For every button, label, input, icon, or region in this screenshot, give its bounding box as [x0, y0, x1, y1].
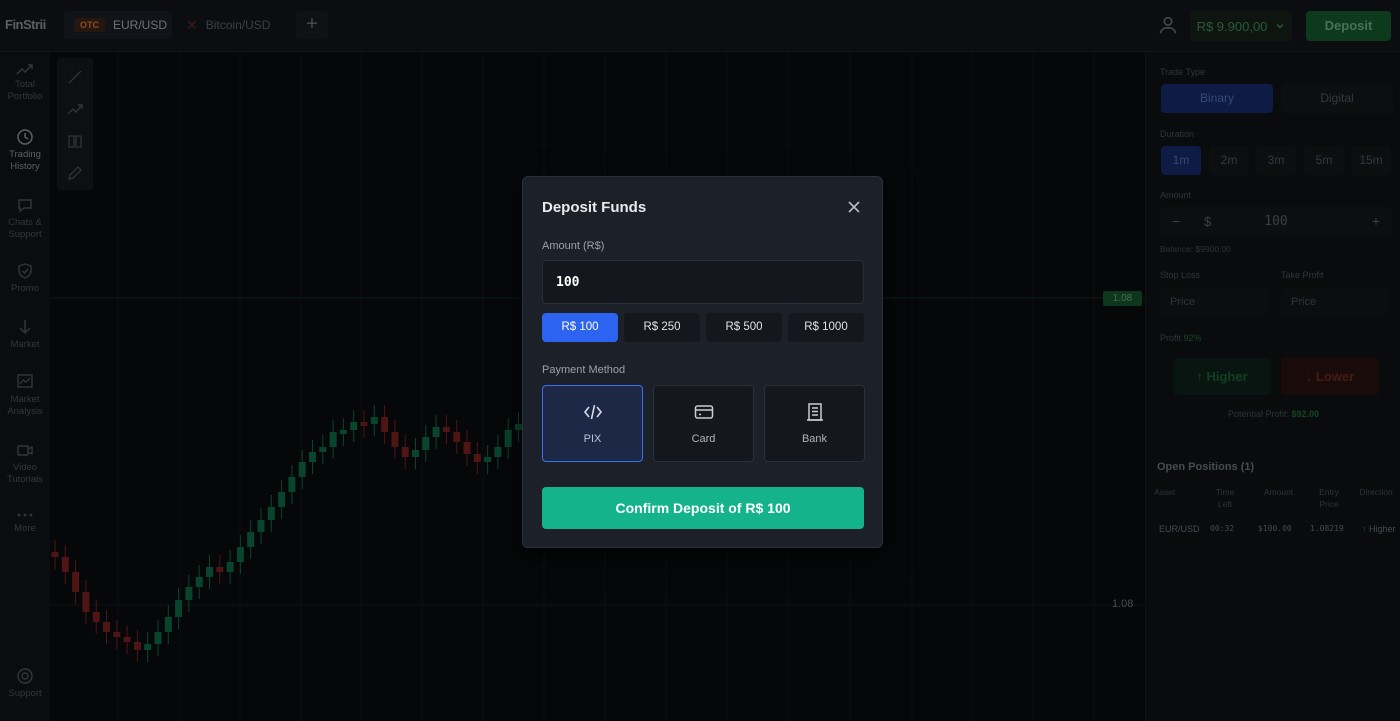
- quick-amount-500[interactable]: R$ 500: [706, 313, 782, 342]
- card-icon: [694, 405, 714, 419]
- pix-code-icon: [583, 404, 603, 420]
- payment-label: PIX: [583, 433, 602, 445]
- payment-method-pix[interactable]: PIX: [542, 385, 643, 462]
- payment-label: Bank: [801, 433, 828, 445]
- amount-label: Amount (R$): [542, 240, 605, 252]
- payment-method-bank[interactable]: Bank: [764, 385, 865, 462]
- confirm-deposit-button[interactable]: Confirm Deposit of R$ 100: [542, 487, 864, 529]
- modal-title: Deposit Funds: [542, 199, 647, 216]
- payment-label: Card: [691, 433, 716, 445]
- deposit-modal: Deposit Funds Amount (R$) R$ 100 R$ 250 …: [522, 176, 883, 548]
- quick-amount-1000[interactable]: R$ 1000: [788, 313, 864, 342]
- quick-amount-100[interactable]: R$ 100: [542, 313, 618, 342]
- deposit-amount-input[interactable]: [542, 260, 864, 304]
- close-icon[interactable]: [845, 198, 863, 216]
- quick-amount-250[interactable]: R$ 250: [624, 313, 700, 342]
- bank-icon: [807, 403, 823, 421]
- payment-method-label: Payment Method: [542, 364, 626, 376]
- payment-method-card[interactable]: Card: [653, 385, 754, 462]
